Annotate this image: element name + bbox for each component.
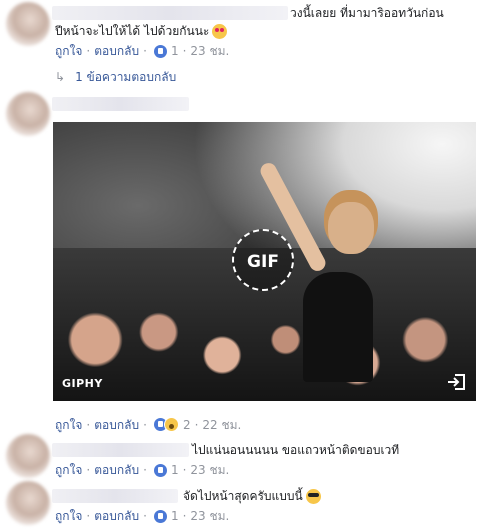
comment-actions: ถูกใจ · ตอบกลับ · 1 · 23 ชม. [55,44,229,58]
separator-dot: · [86,44,91,58]
reaction-count[interactable]: 1 [171,44,179,58]
separator-dot: · [143,509,147,523]
comment-text: ปีหน้าจะไปให้ได้ ไปด้วยกันนะ [55,23,228,39]
gif-attachment[interactable]: GIF GIPHY [53,122,476,401]
performer-head [328,202,374,254]
commenter-name-redacted[interactable] [52,489,178,503]
reply-link[interactable]: ตอบกลับ [94,44,139,58]
comment-timestamp[interactable]: 23 ชม. [190,44,229,58]
commenter-name-redacted[interactable] [52,443,189,457]
view-replies-label: 1 ข้อความตอบกลับ [75,70,177,84]
comment-text: ไปแน่นอนนนนน ขอแถวหน้าติดขอบเวที [192,443,400,457]
comment-timestamp[interactable]: 22 ชม. [202,418,241,432]
like-reaction-icon[interactable] [153,44,167,58]
reply-link[interactable]: ตอบกลับ [94,463,139,477]
separator-dot: · [143,44,147,58]
heart-eyes-emoji-icon [212,24,228,39]
comment-text-line2: ปีหน้าจะไปให้ได้ ไปด้วยกันนะ [55,24,210,38]
comment-actions: ถูกใจ · ตอบกลับ · 1 · 23 ชม. [55,509,229,523]
view-replies-link[interactable]: ↳ 1 ข้อความตอบกลับ [55,69,176,85]
reply-link[interactable]: ตอบกลับ [94,509,139,523]
like-reaction-icon[interactable] [153,509,167,523]
performer-body [303,272,373,382]
commenter-avatar[interactable] [6,481,50,525]
comment-text: วงนี้เลยย ที่มามาริออทวันก่อน [290,6,444,20]
sunglasses-emoji-icon [305,489,321,504]
reply-link[interactable]: ตอบกลับ [94,418,139,432]
comment-text: จัดไปหน้าสุดครับแบบนี้ [183,488,321,504]
reaction-count[interactable]: 2 [183,418,191,432]
comment-actions: ถูกใจ · ตอบกลับ · 1 · 23 ชม. [55,463,229,477]
separator-dot: · [182,509,187,523]
separator-dot: · [143,417,147,432]
wow-reaction-icon[interactable] [163,417,179,432]
like-reaction-icon[interactable] [153,463,167,477]
open-external-icon[interactable] [446,373,466,391]
commenter-name-redacted[interactable] [52,97,189,111]
commenter-avatar[interactable] [6,434,50,478]
giphy-watermark: GIPHY [62,377,103,390]
like-link[interactable]: ถูกใจ [55,463,82,477]
gif-play-badge[interactable]: GIF [232,229,294,291]
separator-dot: · [182,44,187,58]
comment-text-body: จัดไปหน้าสุดครับแบบนี้ [183,489,303,503]
separator-dot: · [194,417,199,432]
commenter-avatar[interactable] [6,92,50,136]
separator-dot: · [182,463,187,477]
like-link[interactable]: ถูกใจ [55,509,82,523]
like-link[interactable]: ถูกใจ [55,418,82,432]
reply-arrow-icon: ↳ [55,70,66,84]
commenter-avatar[interactable] [6,2,50,46]
like-link[interactable]: ถูกใจ [55,44,82,58]
separator-dot: · [143,463,147,477]
comment-timestamp[interactable]: 23 ชม. [190,509,229,523]
separator-dot: · [86,509,91,523]
reaction-count[interactable]: 1 [171,509,179,523]
reaction-count[interactable]: 1 [171,463,179,477]
separator-dot: · [86,417,91,432]
comment-actions: ถูกใจ · ตอบกลับ · 2 · 22 ชม. [55,417,241,432]
separator-dot: · [86,463,91,477]
commenter-name-redacted[interactable] [52,6,288,20]
comment-timestamp[interactable]: 23 ชม. [190,463,229,477]
